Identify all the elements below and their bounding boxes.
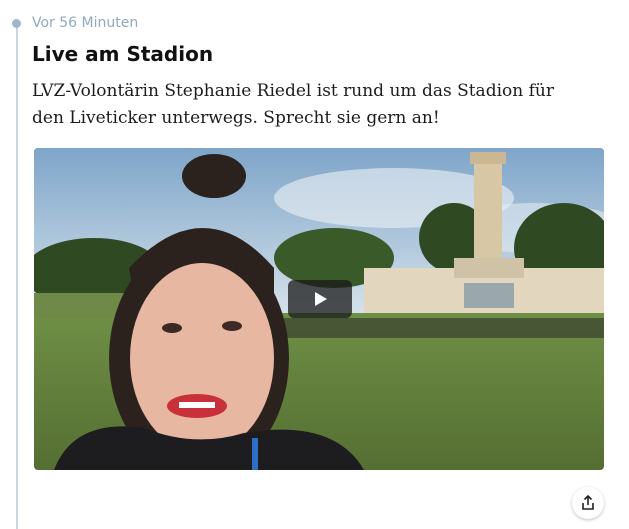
video-player[interactable]: [34, 148, 604, 470]
post-title: Live am Stadion: [32, 42, 214, 66]
share-button[interactable]: [572, 487, 604, 519]
play-icon: [315, 292, 327, 306]
timeline-dot: [12, 19, 21, 28]
timeline-line: [16, 26, 18, 529]
post-timestamp: Vor 56 Minuten: [32, 15, 139, 31]
post-body: LVZ-Volontärin Stephanie Riedel ist rund…: [32, 81, 554, 128]
share-icon: [582, 495, 594, 510]
play-button[interactable]: [288, 280, 352, 318]
